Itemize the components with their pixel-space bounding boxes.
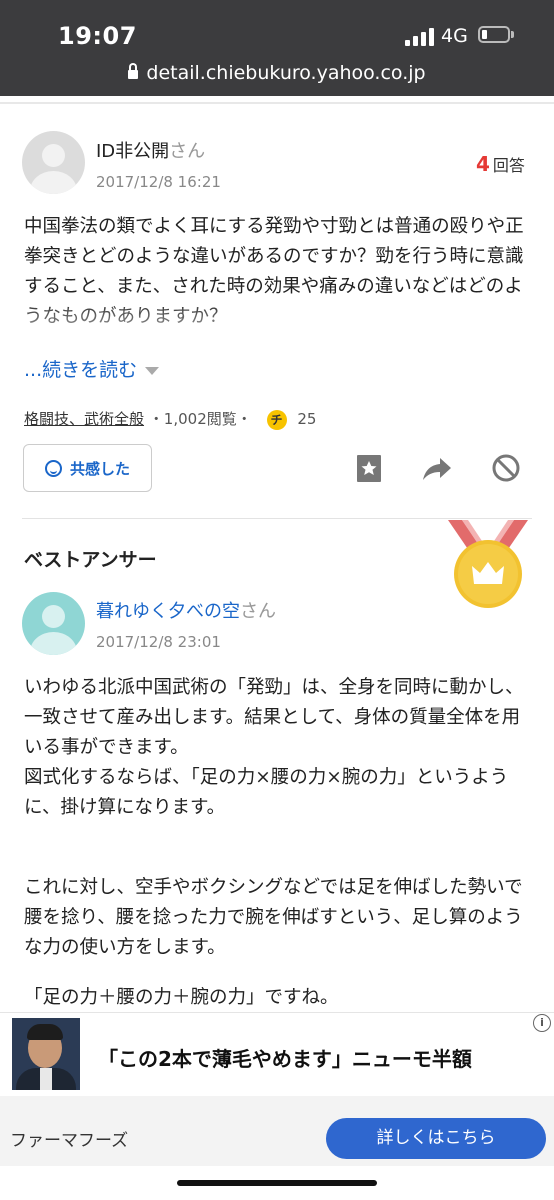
battery-tip xyxy=(511,31,514,38)
read-more-link[interactable]: ...続きを読む xyxy=(24,355,160,382)
ad-headline[interactable]: 「この2本で薄毛やめます」ニューモ半額 xyxy=(98,1043,472,1072)
answer-paragraph-3: これに対し、空手やボクシングなどでは足を伸ばした勢いで腰を捻り、腰を捻った力で腕… xyxy=(24,877,523,958)
answer-paragraph-1: いわゆる北派中国武術の「発勁」は、全身を同時に動かし、一致させて産み出します。結… xyxy=(24,677,524,758)
read-more-label: ...続きを読む xyxy=(24,359,138,381)
address-bar[interactable]: detail.chiebukuro.yahoo.co.jp xyxy=(0,62,554,84)
battery-icon xyxy=(478,26,510,43)
lock-icon xyxy=(128,63,139,79)
answer-user-suffix: さん xyxy=(240,601,276,622)
question-avatar[interactable] xyxy=(22,131,85,194)
ad-footer: ファーマフーズ 詳しくはこちら xyxy=(0,1096,554,1166)
answer-user-id: 暮れゆく夕べの空 xyxy=(96,601,240,622)
answer-date: 2017/12/8 23:01 xyxy=(96,633,221,651)
ad-cta-button[interactable]: 詳しくはこちら xyxy=(326,1118,546,1159)
browser-chrome: 19:07 4G detail.chiebukuro.yahoo.co.jp xyxy=(0,0,554,96)
question-meta: 格闘技、武術全般 ・1,002閲覧・ チ 25 xyxy=(24,408,316,430)
empathy-button[interactable]: 共感した xyxy=(23,444,152,492)
question-user-id: ID非公開 xyxy=(96,141,170,162)
block-icon[interactable] xyxy=(490,452,522,484)
question-date: 2017/12/8 16:21 xyxy=(96,173,221,191)
smile-icon xyxy=(44,459,62,477)
ad-banner[interactable]: i 「この2本で薄毛やめます」ニューモ半額 ファーマフーズ 詳しくはこちら xyxy=(0,1012,554,1200)
question-user-suffix: さん xyxy=(169,141,206,162)
home-indicator[interactable] xyxy=(177,1180,377,1186)
signal-icon xyxy=(405,28,435,46)
gold-medal-icon xyxy=(448,520,528,608)
answer-count-label: 回答 xyxy=(492,156,525,175)
answer-paragraph-4: 「足の力＋腰の力＋腕の力」ですね。 xyxy=(24,987,339,1008)
network-type: 4G xyxy=(441,25,468,47)
empathy-button-label: 共感した xyxy=(69,459,130,478)
share-arrow-icon[interactable] xyxy=(421,452,453,484)
ad-brand-name: ファーマフーズ xyxy=(10,1131,129,1151)
ad-person-photo[interactable] xyxy=(12,1018,80,1090)
answer-user-name[interactable]: 暮れゆく夕べの空さん xyxy=(96,597,276,623)
coin-count: 25 xyxy=(297,410,317,428)
coin-icon: チ xyxy=(266,409,287,430)
text-fade xyxy=(0,300,554,350)
answer-count-number: 4 xyxy=(476,152,490,176)
url-text: detail.chiebukuro.yahoo.co.jp xyxy=(146,62,426,84)
ad-info-icon[interactable]: i xyxy=(533,1014,551,1032)
top-divider xyxy=(0,102,554,104)
category-link[interactable]: 格闘技、武術全般 xyxy=(24,410,144,428)
answer-paragraph-2: 図式化するならば、「足の力×腰の力×腕の力」というように、掛け算になります。 xyxy=(24,767,509,818)
question-user-name[interactable]: ID非公開さん xyxy=(96,137,205,163)
view-count: ・1,002閲覧・ xyxy=(148,410,252,428)
answer-count[interactable]: 4 回答 xyxy=(476,152,525,176)
bookmark-star-icon[interactable] xyxy=(353,452,385,484)
answer-avatar[interactable] xyxy=(22,592,85,655)
status-time: 19:07 xyxy=(58,22,137,50)
chevron-down-icon xyxy=(145,366,160,375)
best-answer-title: ベストアンサー xyxy=(24,549,157,571)
